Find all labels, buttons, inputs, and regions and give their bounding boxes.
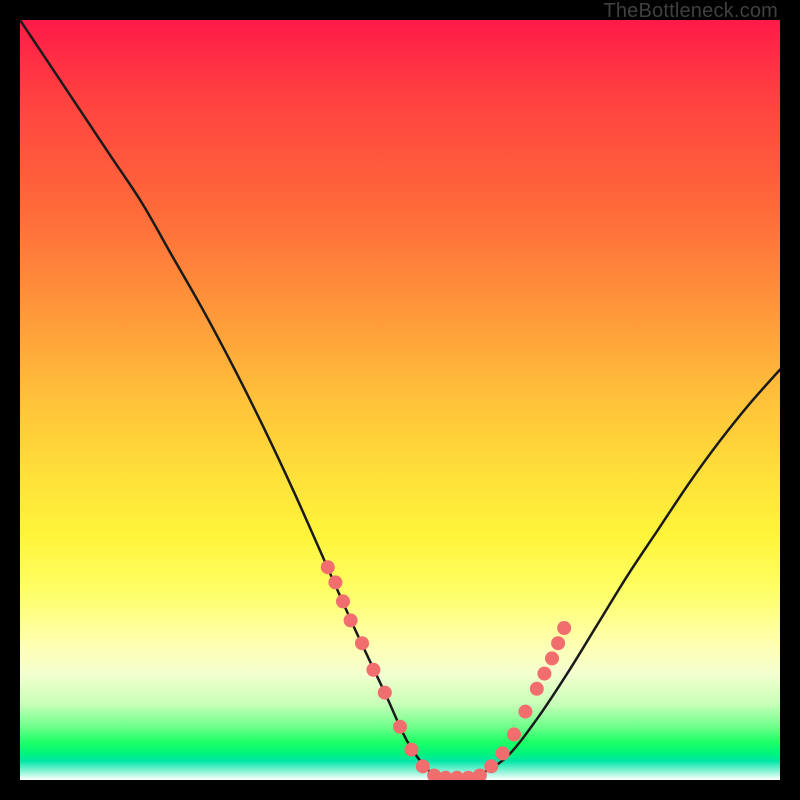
data-marker xyxy=(473,768,487,780)
plot-area xyxy=(20,20,780,780)
marker-group xyxy=(321,560,571,780)
data-marker xyxy=(328,575,342,589)
data-marker xyxy=(393,720,407,734)
data-marker xyxy=(416,759,430,773)
data-marker xyxy=(484,759,498,773)
data-marker xyxy=(537,667,551,681)
data-marker xyxy=(378,686,392,700)
data-marker xyxy=(496,746,510,760)
data-marker xyxy=(404,743,418,757)
bottleneck-curve xyxy=(20,20,780,780)
data-marker xyxy=(355,636,369,650)
data-marker xyxy=(545,651,559,665)
curve-layer xyxy=(20,20,780,780)
chart-container: TheBottleneck.com xyxy=(0,0,800,800)
data-marker xyxy=(507,727,521,741)
data-marker xyxy=(518,705,532,719)
data-marker xyxy=(557,621,571,635)
data-marker xyxy=(551,636,565,650)
data-marker xyxy=(344,613,358,627)
data-marker xyxy=(366,663,380,677)
data-marker xyxy=(530,682,544,696)
data-marker xyxy=(321,560,335,574)
data-marker xyxy=(336,594,350,608)
